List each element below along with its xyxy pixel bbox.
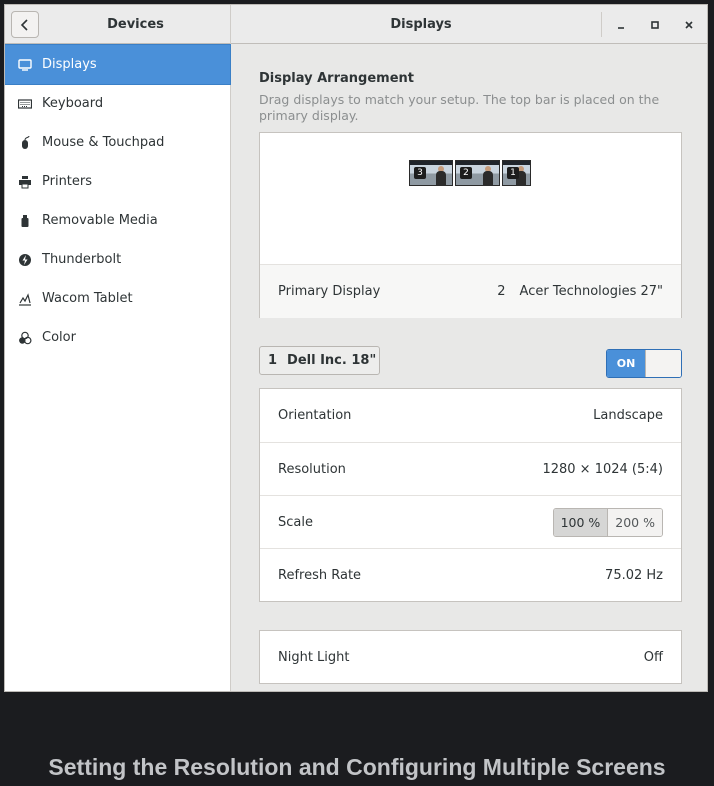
toggle-knob — [645, 350, 681, 377]
night-light-label: Night Light — [278, 649, 350, 665]
maximize-icon — [651, 20, 659, 29]
resolution-value: 1280 × 1024 (5:4) — [542, 461, 663, 477]
scale-row: Scale 100 % 200 % — [260, 495, 681, 548]
primary-display-name: Acer Technologies 27" — [519, 284, 663, 299]
sidebar-item-displays[interactable]: Displays — [5, 44, 231, 85]
sidebar-item-label: Keyboard — [42, 96, 104, 111]
refresh-rate-value: 75.02 Hz — [605, 567, 663, 583]
sidebar: Displays Keyboard Mouse & Touchpad Print… — [5, 44, 231, 691]
arrangement-frame: 3 2 1 Primary Display 2 Acer Technologie… — [259, 132, 682, 318]
sidebar-title: Devices — [107, 17, 164, 32]
tablet-icon — [17, 291, 33, 307]
monitor-selector-button[interactable]: 1 Dell Inc. 18" — [259, 346, 380, 375]
orientation-row[interactable]: Orientation Landscape — [260, 389, 681, 442]
monitor-number: 3 — [414, 167, 426, 179]
titlebar-separator — [601, 12, 602, 37]
display-settings-list: Orientation Landscape Resolution 1280 × … — [259, 388, 682, 602]
printer-icon — [17, 174, 33, 190]
usb-icon — [17, 213, 33, 229]
maximize-button[interactable] — [641, 11, 669, 38]
close-icon — [685, 20, 693, 29]
sidebar-item-removable-media[interactable]: Removable Media — [5, 201, 230, 240]
displays-panel: Display Arrangement Drag displays to mat… — [231, 44, 707, 691]
minimize-icon — [618, 26, 624, 29]
scale-label: Scale — [278, 514, 313, 530]
monitor-selector-number: 1 — [268, 353, 278, 368]
sidebar-item-mouse-touchpad[interactable]: Mouse & Touchpad — [5, 123, 230, 162]
toggle-on-label: ON — [607, 350, 645, 377]
sidebar-item-label: Removable Media — [42, 213, 158, 228]
monitor-thumbnail-2[interactable]: 2 — [455, 160, 500, 186]
arrangement-subtitle: Drag displays to match your setup. The t… — [259, 92, 660, 123]
sidebar-item-color[interactable]: Color — [5, 318, 230, 357]
monitor-selector-name: Dell Inc. 18" — [287, 353, 377, 368]
sidebar-item-label: Printers — [42, 174, 93, 189]
night-light-value: Off — [643, 649, 663, 665]
color-icon — [17, 330, 33, 346]
titlebar: Devices Displays — [5, 5, 707, 44]
settings-window: Devices Displays Displays Keyboard Mouse… — [4, 4, 708, 692]
night-light-row[interactable]: Night Light Off — [259, 630, 682, 684]
sidebar-item-label: Thunderbolt — [42, 252, 122, 267]
refresh-rate-label: Refresh Rate — [278, 567, 362, 583]
sidebar-item-label: Color — [42, 330, 76, 345]
monitor-thumbnail-1[interactable]: 1 — [502, 160, 531, 186]
chevron-left-icon — [20, 18, 28, 31]
primary-display-number: 2 — [497, 284, 506, 299]
close-button[interactable] — [675, 11, 703, 38]
wallpaper-person — [483, 171, 493, 185]
display-icon — [17, 57, 33, 73]
resolution-label: Resolution — [278, 461, 346, 477]
monitor-number: 2 — [460, 167, 472, 179]
orientation-label: Orientation — [278, 408, 352, 423]
page-title: Displays — [390, 17, 452, 32]
minimize-button[interactable] — [607, 11, 635, 38]
sidebar-item-wacom-tablet[interactable]: Wacom Tablet — [5, 279, 230, 318]
refresh-rate-row[interactable]: Refresh Rate 75.02 Hz — [260, 548, 681, 601]
display-enabled-toggle[interactable]: ON — [606, 349, 682, 378]
orientation-value: Landscape — [593, 408, 663, 423]
arrangement-title: Display Arrangement — [259, 71, 414, 86]
sidebar-item-label: Mouse & Touchpad — [42, 135, 165, 150]
article-caption: Setting the Resolution and Configuring M… — [48, 754, 666, 780]
titlebar-left: Devices — [5, 5, 231, 44]
sidebar-item-printers[interactable]: Printers — [5, 162, 230, 201]
monitor-number: 1 — [507, 167, 519, 179]
sidebar-item-label: Displays — [42, 57, 97, 72]
back-button[interactable] — [11, 11, 39, 38]
monitor-thumbnail-3[interactable]: 3 — [409, 160, 453, 186]
thunderbolt-icon — [17, 252, 33, 268]
sidebar-item-keyboard[interactable]: Keyboard — [5, 84, 230, 123]
resolution-row[interactable]: Resolution 1280 × 1024 (5:4) — [260, 442, 681, 495]
wallpaper-person — [436, 171, 446, 185]
primary-display-row[interactable]: Primary Display 2 Acer Technologies 27" — [260, 264, 681, 318]
mouse-icon — [17, 135, 33, 151]
sidebar-item-thunderbolt[interactable]: Thunderbolt — [5, 240, 230, 279]
keyboard-icon — [17, 96, 33, 112]
scale-100-button[interactable]: 100 % — [553, 508, 608, 536]
scale-button-group: 100 % 200 % — [552, 507, 663, 537]
scale-200-button[interactable]: 200 % — [607, 508, 662, 536]
arrangement-canvas: 3 2 1 — [260, 133, 681, 264]
sidebar-item-label: Wacom Tablet — [42, 291, 133, 306]
primary-display-label: Primary Display — [278, 284, 381, 299]
